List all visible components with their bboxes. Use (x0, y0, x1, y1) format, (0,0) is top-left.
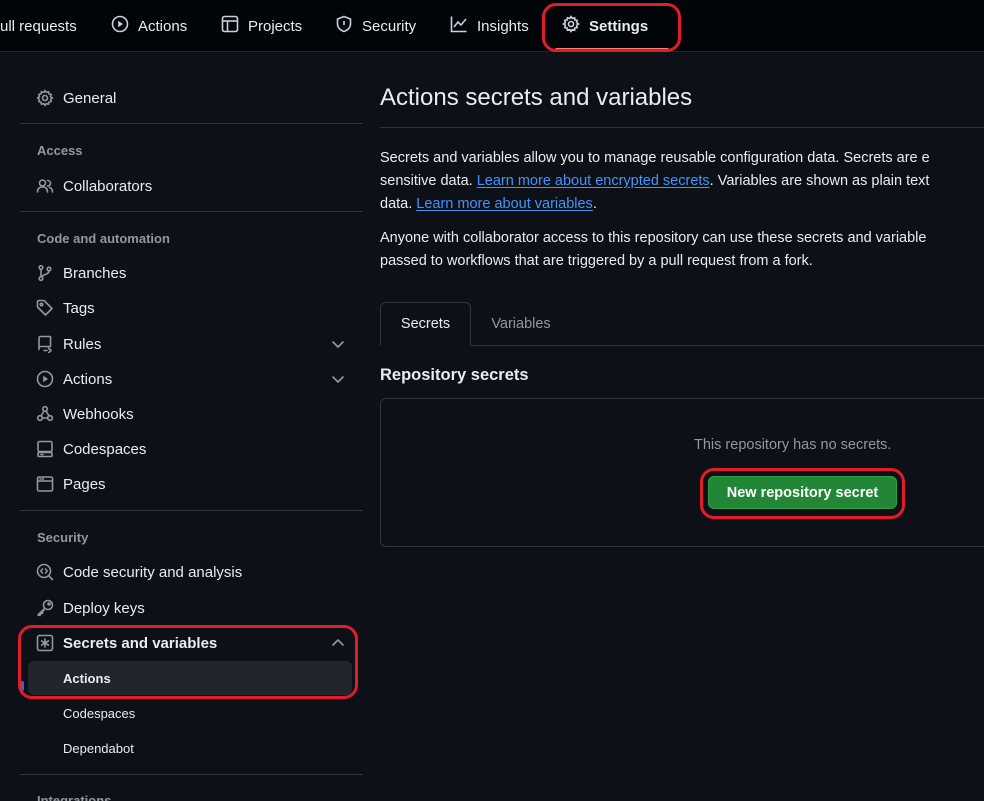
sidebar-heading-code-automation: Code and automation (37, 231, 170, 246)
sidebar-item-label: Pages (63, 475, 106, 493)
access-note-line-2: passed to workflows that are triggered b… (380, 253, 813, 269)
sidebar-item-branches[interactable]: Branches (28, 256, 352, 290)
repo-nav-bar: ull requests Actions Projects Security I… (0, 0, 984, 52)
sidebar-item-label: Webhooks (63, 405, 134, 423)
tab-settings[interactable]: Settings (562, 0, 648, 52)
sidebar-divider (20, 774, 363, 775)
play-circle-icon (36, 370, 54, 388)
selected-tab-underline (555, 48, 669, 51)
sidebar-item-codespaces[interactable]: Codespaces (28, 432, 352, 466)
description-text: sensitive data. (380, 173, 477, 189)
sidebar-subitem-codespaces[interactable]: Codespaces (28, 696, 352, 730)
sidebar-subitem-dependabot[interactable]: Dependabot (28, 731, 352, 765)
secrets-variables-tabs: Secrets Variables (380, 302, 984, 346)
shield-icon (335, 15, 353, 37)
repository-secrets-heading: Repository secrets (380, 366, 529, 384)
tab-security-label: Security (362, 17, 417, 35)
sidebar-item-label: Actions (63, 370, 113, 388)
codescan-icon (36, 563, 54, 581)
new-repository-secret-button[interactable]: New repository secret (708, 476, 897, 509)
sidebar-subitem-label: Codespaces (63, 705, 136, 721)
chevron-down-icon[interactable] (330, 371, 346, 387)
sidebar-heading-security: Security (37, 530, 89, 545)
sidebar-divider (20, 510, 363, 511)
sidebar-item-tags[interactable]: Tags (28, 291, 352, 325)
tab-projects[interactable]: Projects (221, 0, 302, 52)
encrypted-secrets-link[interactable]: Learn more about encrypted secrets (477, 173, 710, 189)
sidebar-item-collaborators[interactable]: Collaborators (28, 169, 352, 203)
sidebar-heading-integrations: Integrations (37, 793, 112, 801)
variables-link[interactable]: Learn more about variables (416, 196, 593, 212)
tab-insights[interactable]: Insights (450, 0, 529, 52)
tab-projects-label: Projects (248, 17, 303, 35)
access-note-line-1: Anyone with collaborator access to this … (380, 230, 927, 246)
sidebar-divider (20, 123, 363, 124)
sidebar-item-label: General (63, 89, 117, 107)
sidebar-item-general[interactable]: General (28, 81, 352, 115)
sidebar-item-label: Deploy keys (63, 599, 145, 617)
tab-actions-label: Actions (138, 17, 188, 35)
sidebar-divider (20, 211, 363, 212)
sidebar-subitem-actions[interactable]: Actions (28, 661, 352, 695)
browser-icon (36, 475, 54, 493)
page-title: Actions secrets and variables (380, 84, 693, 111)
sidebar-item-label: Collaborators (63, 177, 153, 195)
sidebar-item-label: Codespaces (63, 440, 147, 458)
tab-pull-requests[interactable]: ull requests (0, 0, 77, 52)
description-text: . (592, 196, 597, 212)
sidebar-item-secrets-and-variables[interactable]: Secrets and variables (28, 626, 352, 660)
sidebar-subitem-label: Dependabot (63, 740, 134, 756)
tab-secrets[interactable]: Secrets (380, 302, 471, 346)
description-text: . Variables are shown as plain text (709, 173, 930, 189)
sidebar-item-code-security[interactable]: Code security and analysis (28, 555, 352, 589)
sidebar-heading-access: Access (37, 143, 83, 158)
people-icon (36, 177, 54, 195)
repository-secrets-panel (380, 398, 984, 547)
tab-pull-requests-label: ull requests (0, 17, 77, 35)
description-text: data. (380, 196, 417, 212)
sidebar-item-rules[interactable]: Rules (28, 327, 352, 361)
repo-push-icon (36, 335, 54, 354)
title-divider (380, 127, 984, 128)
empty-state-message: This repository has no secrets. (694, 437, 892, 453)
tab-settings-label: Settings (589, 17, 649, 35)
key-icon (36, 599, 54, 617)
sidebar-subitem-label: Actions (63, 670, 111, 686)
tab-actions[interactable]: Actions (111, 0, 187, 52)
tag-icon (36, 299, 54, 317)
sidebar-item-label: Rules (63, 335, 102, 353)
gear-icon (562, 15, 580, 37)
gear-icon (36, 89, 54, 107)
sidebar-item-actions[interactable]: Actions (28, 362, 352, 396)
asterisk-icon (36, 634, 54, 652)
webhook-icon (36, 405, 54, 423)
description-line-1: Secrets and variables allow you to manag… (380, 147, 984, 170)
graph-icon (450, 15, 468, 37)
description-line-2: sensitive data. Learn more about encrypt… (380, 170, 984, 193)
sidebar-item-label: Tags (63, 299, 95, 317)
sidebar-item-deploy-keys[interactable]: Deploy keys (28, 591, 352, 625)
chevron-up-icon[interactable] (330, 635, 346, 651)
play-circle-icon (111, 15, 129, 37)
sidebar-item-webhooks[interactable]: Webhooks (28, 397, 352, 431)
selected-item-marker (20, 681, 24, 691)
tab-variables[interactable]: Variables (488, 302, 554, 346)
sidebar-item-label: Branches (63, 264, 127, 282)
sidebar-item-label: Secrets and variables (63, 634, 218, 652)
description-line-3: data. Learn more about variables. (380, 193, 984, 216)
tab-security[interactable]: Security (335, 0, 416, 52)
codespaces-icon (36, 440, 54, 458)
table-icon (221, 15, 239, 37)
tab-insights-label: Insights (477, 17, 529, 35)
description-text: Secrets and variables allow you to manag… (380, 150, 930, 166)
chevron-down-icon[interactable] (330, 336, 346, 352)
branch-icon (36, 264, 54, 282)
sidebar-item-label: Code security and analysis (63, 563, 243, 581)
sidebar-item-pages[interactable]: Pages (28, 467, 352, 501)
